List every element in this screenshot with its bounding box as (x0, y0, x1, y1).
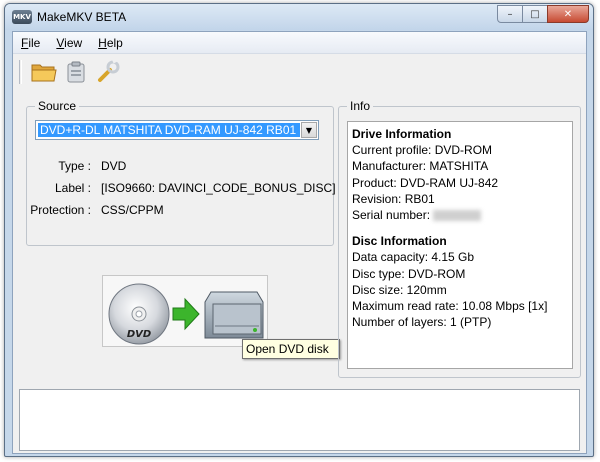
chevron-down-icon[interactable]: ▼ (301, 122, 317, 138)
source-group: Source DVD+R-DL MATSHITA DVD-RAM UJ-842 … (26, 99, 336, 246)
menu-bar: File View Help (13, 32, 586, 54)
log-output[interactable] (19, 389, 580, 451)
disc-info-header: Disc Information (352, 234, 447, 249)
serial-number-redacted (433, 210, 482, 222)
type-row: Type : DVD (27, 159, 327, 175)
app-window: MKV MakeMKV BETA – □ ✕ File View Help So… (4, 3, 594, 457)
title-bar[interactable]: MKV MakeMKV BETA – □ ✕ (5, 4, 593, 30)
max-read-rate: Maximum read rate: 10.08 Mbps [1x] (352, 299, 548, 314)
serial-number-row: Serial number: (352, 207, 568, 223)
serial-number-label: Serial number: (352, 208, 431, 223)
info-group: Info Drive Information Current profile: … (338, 99, 581, 378)
app-icon: MKV (12, 10, 32, 24)
window-controls: – □ ✕ (497, 5, 589, 23)
menu-help[interactable]: Help (96, 35, 125, 51)
type-value: DVD (101, 159, 127, 173)
menu-file[interactable]: File (19, 35, 42, 51)
manufacturer: Manufacturer: MATSHITA (352, 159, 489, 174)
label-value: [ISO9660: DAVINCI_CODE_BONUS_DISC] (101, 181, 336, 195)
green-arrow-icon (172, 297, 200, 331)
disc-type: Disc type: DVD-ROM (352, 266, 466, 281)
menu-view-label: View (56, 35, 83, 50)
drive-select[interactable]: DVD+R-DL MATSHITA DVD-RAM UJ-842 RB01 ▼ (35, 120, 319, 140)
window-title: MakeMKV BETA (37, 10, 127, 24)
protection-value: CSS/CPPM (101, 203, 164, 217)
settings-button[interactable] (94, 58, 122, 86)
minimize-button[interactable]: – (497, 5, 523, 23)
menu-file-label: File (21, 35, 41, 50)
clipboard-icon (67, 61, 85, 83)
data-capacity: Data capacity: 4.15 Gb (352, 250, 475, 265)
source-group-label: Source (35, 99, 80, 113)
wrench-icon (98, 59, 120, 82)
close-button[interactable]: ✕ (547, 5, 589, 23)
menu-view[interactable]: View (54, 35, 84, 51)
hard-drive-icon (204, 291, 264, 339)
info-panel: Drive Information Current profile: DVD-R… (347, 121, 573, 369)
client-area: File View Help Source DVD+R-DL MATSHITA … (12, 31, 587, 454)
label-label: Label : (54, 181, 91, 195)
open-dvd-tooltip: Open DVD disk (242, 339, 340, 359)
toolbar (13, 55, 586, 89)
number-of-layers: Number of layers: 1 (PTP) (352, 315, 492, 330)
label-row: Label : [ISO9660: DAVINCI_CODE_BONUS_DIS… (27, 181, 336, 197)
toolbar-grip[interactable] (19, 60, 22, 84)
dvd-to-drive-graphic: DVD (108, 283, 264, 345)
info-group-label: Info (347, 99, 374, 113)
backup-button[interactable] (62, 58, 90, 86)
open-dvd-disk-button[interactable]: DVD (102, 275, 268, 347)
product: Product: DVD-RAM UJ-842 (352, 175, 499, 190)
menu-help-label: Help (98, 35, 123, 50)
drive-info-header: Drive Information (352, 127, 452, 141)
drive-select-value: DVD+R-DL MATSHITA DVD-RAM UJ-842 RB01 (38, 123, 300, 137)
protection-label: Protection : (30, 203, 91, 217)
revision: Revision: RB01 (352, 191, 435, 206)
dvd-disc-label: DVD (127, 329, 151, 340)
protection-row: Protection : CSS/CPPM (27, 203, 327, 219)
open-folder-icon (31, 64, 57, 82)
current-profile: Current profile: DVD-ROM (352, 143, 493, 158)
open-files-button[interactable] (30, 58, 58, 86)
disc-size: Disc size: 120mm (352, 282, 447, 297)
maximize-button[interactable]: □ (522, 5, 548, 23)
type-label: Type : (58, 159, 91, 173)
